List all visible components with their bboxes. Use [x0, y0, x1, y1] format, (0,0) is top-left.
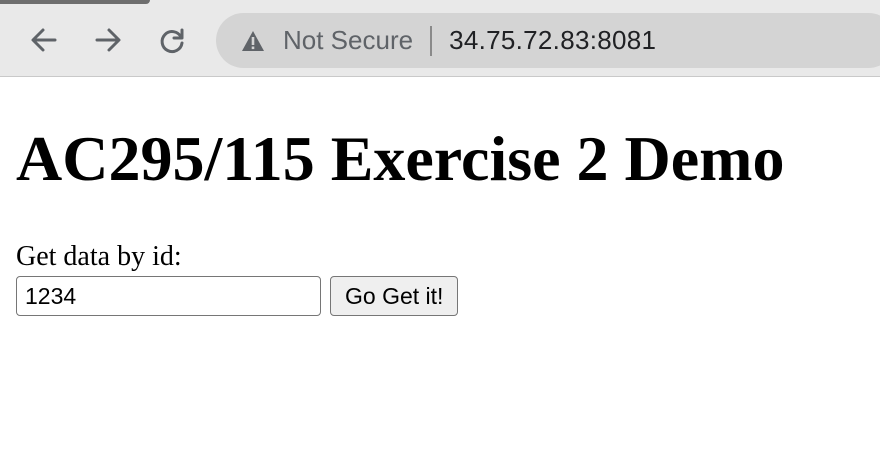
forward-button[interactable] [88, 20, 128, 60]
page-content: AC295/115 Exercise 2 Demo Get data by id… [16, 78, 866, 316]
omnibox-divider [430, 25, 433, 56]
go-get-it-button[interactable]: Go Get it! [330, 276, 459, 316]
reload-icon [157, 25, 187, 55]
lookup-form: Go Get it! [16, 276, 866, 316]
tab-strip-edge [0, 0, 150, 4]
reload-button[interactable] [152, 20, 192, 60]
url-text[interactable]: 34.75.72.83:8081 [449, 25, 656, 56]
id-field-label: Get data by id: [16, 241, 182, 272]
security-status-label[interactable]: Not Secure [283, 25, 413, 56]
browser-toolbar: Not Secure 34.75.72.83:8081 [0, 0, 880, 77]
back-button[interactable] [24, 20, 64, 60]
forward-arrow-icon [93, 25, 123, 55]
page-title: AC295/115 Exercise 2 Demo [16, 123, 785, 194]
address-bar[interactable]: Not Secure 34.75.72.83:8081 [216, 13, 880, 68]
back-arrow-icon [29, 25, 59, 55]
id-input[interactable] [16, 276, 321, 316]
warning-triangle-icon[interactable] [240, 28, 266, 54]
